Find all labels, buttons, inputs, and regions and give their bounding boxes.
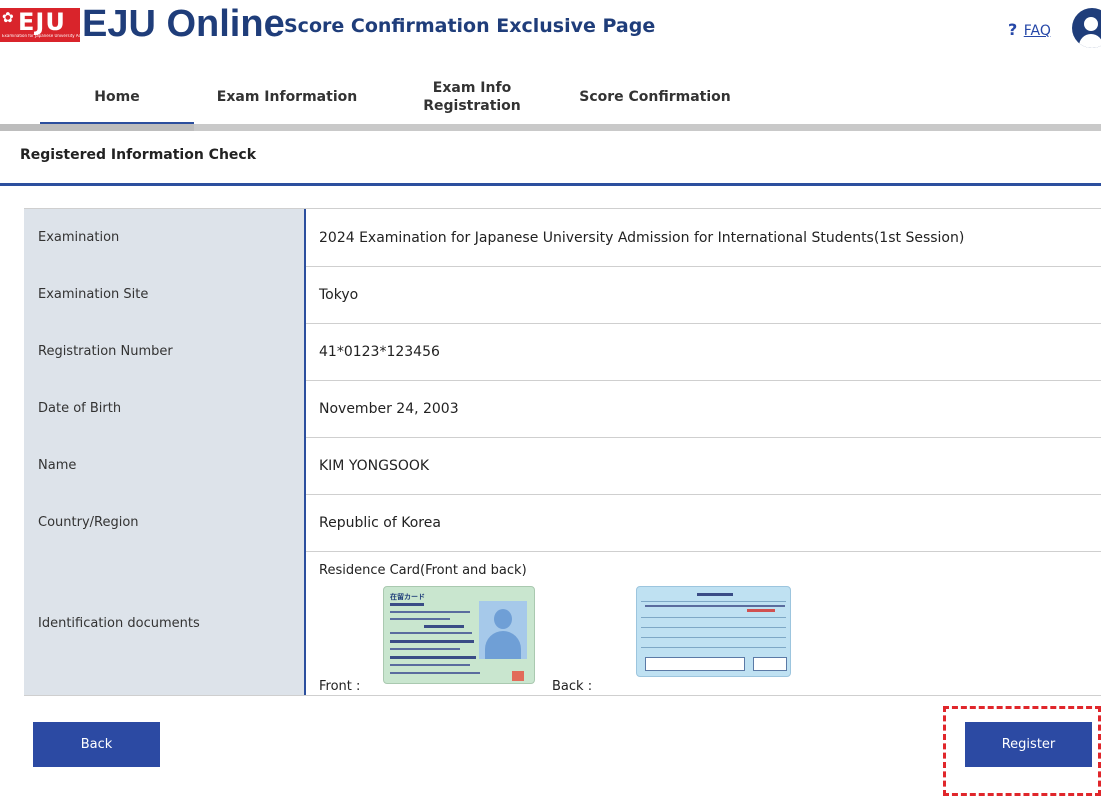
table-row: Examination Site Tokyo bbox=[24, 266, 1101, 324]
back-label: Back : bbox=[552, 679, 593, 694]
registered-info-table: Examination 2024 Examination for Japanes… bbox=[24, 208, 1101, 696]
faq-link[interactable]: FAQ bbox=[1024, 23, 1051, 39]
row-value: 2024 Examination for Japanese University… bbox=[319, 229, 965, 246]
row-label: Examination Site bbox=[24, 266, 304, 323]
front-label: Front : bbox=[319, 679, 361, 694]
residence-card-front-image: 在留カード bbox=[383, 586, 535, 684]
section-title: Registered Information Check bbox=[20, 147, 257, 163]
back-button[interactable]: Back bbox=[33, 722, 160, 767]
main-nav: Home Exam Information Exam Info Registra… bbox=[0, 72, 1101, 124]
user-account-icon[interactable] bbox=[1072, 8, 1101, 48]
table-row: Name KIM YONGSOOK bbox=[24, 437, 1101, 495]
logo-tagline: Examination for Japanese University Admi… bbox=[2, 34, 80, 38]
nav-tab-score-confirmation[interactable]: Score Confirmation bbox=[560, 72, 750, 122]
row-label: Name bbox=[24, 437, 304, 494]
row-value: November 24, 2003 bbox=[319, 400, 459, 417]
nav-tab-exam-info-registration[interactable]: Exam Info Registration bbox=[392, 72, 552, 122]
brand-title: EJU Online bbox=[82, 3, 285, 45]
nav-tab-label: Exam Info Registration bbox=[423, 80, 521, 114]
row-label: Examination bbox=[24, 209, 304, 266]
section-divider bbox=[0, 183, 1101, 186]
nav-tab-label: Home bbox=[94, 89, 140, 105]
table-row: Registration Number 41*0123*123456 bbox=[24, 323, 1101, 381]
eju-logo[interactable]: ✿ EJU Examination for Japanese Universit… bbox=[0, 8, 80, 42]
page-subtitle: Score Confirmation Exclusive Page bbox=[284, 15, 656, 37]
row-value: KIM YONGSOOK bbox=[319, 457, 430, 474]
table-row: Country/Region Republic of Korea bbox=[24, 494, 1101, 552]
logo-mark-text: EJU bbox=[18, 8, 66, 36]
card-front-title: 在留カード bbox=[390, 593, 425, 601]
id-document-type: Residence Card(Front and back) bbox=[319, 563, 527, 578]
row-label: Registration Number bbox=[24, 323, 304, 380]
residence-card-back-image bbox=[636, 586, 791, 677]
sakura-icon: ✿ bbox=[2, 10, 14, 26]
register-button[interactable]: Register bbox=[965, 722, 1092, 767]
nav-tab-label: Exam Information bbox=[216, 89, 358, 105]
row-label: Country/Region bbox=[24, 494, 304, 551]
nav-tab-exam-information[interactable]: Exam Information bbox=[194, 72, 380, 122]
row-value: 41*0123*123456 bbox=[319, 343, 440, 360]
table-row: Examination 2024 Examination for Japanes… bbox=[24, 209, 1101, 267]
card-photo-icon bbox=[479, 601, 527, 659]
row-label: Identification documents bbox=[24, 551, 304, 695]
nav-tab-label: Score Confirmation bbox=[579, 89, 731, 105]
id-documents-cell: Residence Card(Front and back) Front : B… bbox=[306, 551, 1101, 695]
row-value: Tokyo bbox=[319, 286, 359, 303]
row-label: Date of Birth bbox=[24, 380, 304, 437]
faq-link-group[interactable]: ? FAQ bbox=[1008, 20, 1051, 39]
table-row: Date of Birth November 24, 2003 bbox=[24, 380, 1101, 438]
table-row-id-documents: Identification documents Residence Card(… bbox=[24, 551, 1101, 695]
nav-underline-bar bbox=[0, 124, 1101, 131]
nav-tab-home[interactable]: Home bbox=[40, 72, 194, 124]
question-mark-icon: ? bbox=[1008, 20, 1018, 39]
site-header: ✿ EJU Examination for Japanese Universit… bbox=[0, 0, 1101, 72]
row-value: Republic of Korea bbox=[319, 514, 441, 531]
